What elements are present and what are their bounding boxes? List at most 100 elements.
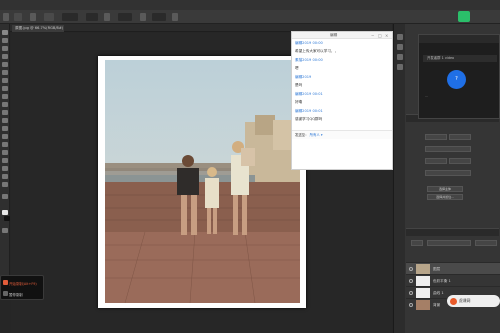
tiger-logo-icon	[450, 298, 457, 305]
menu-bar[interactable]	[0, 0, 500, 10]
recording-popup[interactable]: 开始录制(Alt+F9) 暂停录制	[0, 275, 44, 300]
watermark-text: 虎课网	[459, 298, 471, 303]
tool-preset-icon[interactable]	[3, 13, 9, 21]
minimize-icon[interactable]: −	[371, 32, 374, 39]
shape-tool-icon[interactable]	[2, 166, 8, 171]
opacity-field[interactable]	[86, 13, 98, 21]
eyedropper-tool-icon[interactable]	[2, 70, 8, 75]
options-field[interactable]	[425, 170, 471, 176]
send-to-label: 发送至：	[295, 133, 309, 137]
photo-scene	[105, 60, 300, 303]
layer-mask-thumbnail	[416, 288, 430, 298]
eye-icon[interactable]	[409, 291, 413, 295]
select-subject-button[interactable]: 选择主体	[427, 186, 463, 192]
transform-field[interactable]	[425, 146, 471, 152]
document-tab[interactable]: 原图.jpg @ 66.7%(RGB/8#)	[12, 25, 64, 32]
record-icon[interactable]	[3, 280, 8, 285]
history-icon[interactable]	[397, 34, 403, 40]
chat-message-meta: 编辑2019 00:01	[295, 92, 323, 96]
gradient-tool-icon[interactable]	[2, 118, 8, 123]
path-select-tool-icon[interactable]	[2, 158, 8, 163]
video-mini-window[interactable]: 开发者群 1 video ? ...	[418, 34, 500, 119]
avatar[interactable]: ?	[447, 70, 466, 89]
crop-tool-icon[interactable]	[2, 62, 8, 67]
character-icon[interactable]	[397, 64, 403, 70]
mini-window-caption: ...	[425, 94, 428, 98]
green-widget-icon[interactable]	[458, 11, 470, 22]
chat-message-meta: 素描2019 00:00	[295, 58, 323, 62]
maximize-icon[interactable]: □	[378, 32, 382, 39]
mini-window-titlebar[interactable]	[419, 35, 499, 43]
healing-tool-icon[interactable]	[2, 78, 8, 83]
chat-message: 感谢学习QQ群吗	[295, 117, 323, 121]
type-tool-icon[interactable]	[2, 150, 8, 155]
smoothing-field[interactable]	[152, 13, 166, 21]
pause-recording-label[interactable]: 暂停录制	[9, 292, 23, 297]
eye-icon[interactable]	[409, 303, 413, 307]
options-bar	[0, 10, 500, 24]
align-left-button[interactable]	[425, 134, 447, 140]
foreground-color-swatch[interactable]	[2, 210, 8, 215]
lasso-tool-icon[interactable]	[2, 46, 8, 51]
dodge-tool-icon[interactable]	[2, 134, 8, 139]
collapsed-panel-strip	[393, 24, 405, 333]
brush-icon[interactable]	[30, 13, 36, 21]
pen-tool-icon[interactable]	[2, 142, 8, 147]
airbrush-icon[interactable]	[140, 13, 146, 21]
start-recording-label[interactable]: 开始录制(Alt+F9)	[9, 281, 37, 286]
opacity-field[interactable]	[475, 240, 497, 246]
history-brush-tool-icon[interactable]	[2, 102, 8, 107]
chat-message-meta: 编辑2019 00:00	[295, 41, 323, 45]
quick-mask-icon[interactable]	[2, 228, 8, 233]
eraser-tool-icon[interactable]	[2, 110, 8, 115]
chat-message: 好嘞	[295, 100, 303, 104]
select-and-mask-button[interactable]: 选择并遮住...	[427, 194, 463, 200]
mode-dropdown[interactable]	[14, 13, 22, 21]
watermark-logo: 虎课网	[447, 295, 500, 307]
layer-mask-thumbnail	[416, 276, 430, 286]
layer-name: 背景	[433, 303, 441, 307]
blur-tool-icon[interactable]	[2, 126, 8, 131]
chat-window[interactable]: 编辑 − □ × 编辑2019 00:00 希望上传大家可以学习，， 素描201…	[291, 31, 393, 170]
background-color-swatch[interactable]	[4, 216, 10, 221]
move-tool-icon[interactable]	[2, 30, 8, 35]
adjustments-icon[interactable]	[397, 54, 403, 60]
eye-icon[interactable]	[409, 279, 413, 283]
mini-window-row[interactable]: 开发者群 1 video	[423, 55, 497, 62]
close-icon[interactable]: ×	[385, 32, 388, 39]
chat-message-meta: 编辑2019	[295, 75, 312, 79]
send-target-dropdown[interactable]: 所有人 ▾	[310, 133, 323, 137]
chat-header[interactable]: 编辑 − □ ×	[292, 32, 392, 39]
chat-title: 编辑	[330, 33, 338, 37]
more-tools-icon[interactable]	[2, 194, 8, 199]
chat-message: 希望上传大家可以学习，，	[295, 49, 339, 53]
layer-thumbnail	[416, 300, 430, 310]
mode-select[interactable]	[62, 13, 78, 21]
layer-row[interactable]: 色彩平衡 1	[406, 274, 500, 286]
size-field[interactable]	[44, 13, 54, 21]
pause-icon[interactable]	[3, 291, 8, 296]
properties-icon[interactable]	[397, 44, 403, 50]
layer-thumbnail	[416, 264, 430, 274]
eye-icon[interactable]	[409, 267, 413, 271]
hand-tool-icon[interactable]	[2, 174, 8, 179]
tools-panel	[0, 24, 10, 300]
settings-icon[interactable]	[172, 13, 178, 21]
marquee-tool-icon[interactable]	[2, 38, 8, 43]
stroke-field[interactable]	[449, 158, 471, 164]
blend-mode-dropdown[interactable]	[427, 240, 471, 246]
brush-tool-icon[interactable]	[2, 86, 8, 91]
quick-select-tool-icon[interactable]	[2, 54, 8, 59]
align-center-button[interactable]	[449, 134, 471, 140]
stamp-tool-icon[interactable]	[2, 94, 8, 99]
pressure-icon[interactable]	[104, 13, 110, 21]
flow-field[interactable]	[118, 13, 132, 21]
chat-send-bar[interactable]: 发送至： 所有人 ▾	[292, 130, 392, 139]
layer-row[interactable]: 图层	[406, 262, 500, 274]
zoom-tool-icon[interactable]	[2, 182, 8, 187]
chat-message: 嗯	[295, 66, 299, 70]
layers-panel-header[interactable]	[406, 228, 499, 236]
photo-image	[105, 60, 300, 303]
layer-filter-dropdown[interactable]	[411, 240, 423, 246]
fill-field[interactable]	[425, 158, 447, 164]
